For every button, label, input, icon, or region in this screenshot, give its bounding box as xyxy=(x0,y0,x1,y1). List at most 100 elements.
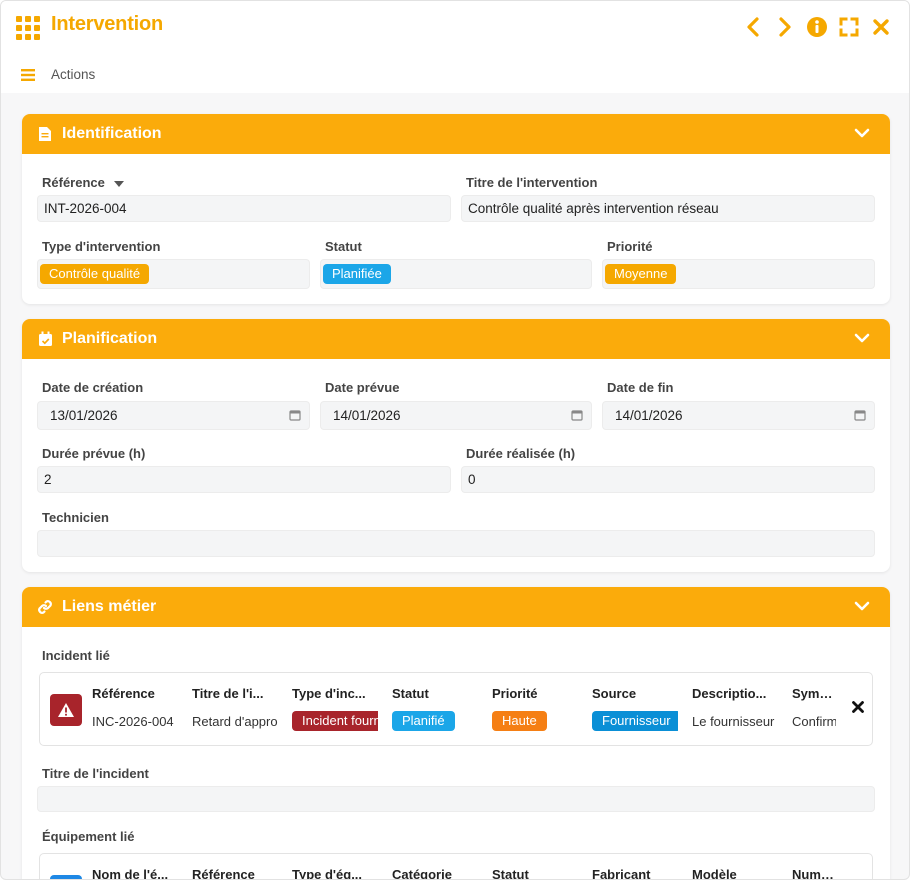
remove-link-icon[interactable] xyxy=(852,701,864,716)
duree-prevue-field[interactable]: 2 xyxy=(37,466,451,493)
equipement-col: Nom de l'é... xyxy=(92,867,178,880)
chevron-down-icon[interactable] xyxy=(854,126,870,144)
calendar-icon[interactable] xyxy=(289,409,301,421)
duree-realisee-value: 0 xyxy=(468,472,476,487)
column-header: Nom de l'é... xyxy=(92,867,169,880)
incident-priorite-badge: Haute xyxy=(492,711,547,731)
date-prevue-value: 14/01/2026 xyxy=(333,408,401,423)
reference-field[interactable]: INT-2026-004 xyxy=(37,195,451,222)
equipement-col: Catégorie xyxy=(392,867,478,879)
incident-col-titre: Titre de l'i... Retard d'appro xyxy=(192,686,278,729)
column-header: Statut xyxy=(492,867,529,880)
date-prevue-field[interactable]: 14/01/2026 xyxy=(320,401,592,430)
caret-down-icon[interactable] xyxy=(113,180,124,187)
incident-card[interactable]: Référence INC-2026-004 Titre de l'i... R… xyxy=(39,672,873,746)
column-header: Descriptio... xyxy=(692,686,767,701)
window-title: Intervention xyxy=(51,13,164,35)
column-header: Source xyxy=(592,686,637,701)
type-badge: Contrôle qualité xyxy=(40,264,150,284)
section-title: Liens métier xyxy=(62,598,157,615)
equipement-col: Référence xyxy=(192,867,278,880)
column-header: Sympto xyxy=(792,686,836,701)
titre-field[interactable]: Contrôle qualité après intervention rése… xyxy=(461,195,875,222)
calendar-icon[interactable] xyxy=(854,409,866,421)
duree-realisee-field[interactable]: 0 xyxy=(461,466,875,493)
calendar-check-icon xyxy=(36,330,54,348)
equipement-col: Type d'éq... xyxy=(292,867,378,879)
incident-reference: INC-2026-004 xyxy=(92,714,174,729)
equipement-card[interactable]: Nom de l'é... Référence Type d'éq... Cat… xyxy=(39,853,873,880)
section-title: Identification xyxy=(62,125,162,142)
titre-label: Titre de l'intervention xyxy=(466,175,598,190)
grid-app-icon xyxy=(16,16,40,40)
duree-prevue-label: Durée prévue (h) xyxy=(42,446,146,461)
column-header: Type d'inc... xyxy=(292,686,366,701)
incident-lie-label: Incident lié xyxy=(42,648,110,663)
technicien-label: Technicien xyxy=(42,510,109,525)
incident-col-type: Type d'inc... Incident fourn xyxy=(292,686,378,734)
link-icon xyxy=(36,598,54,616)
chevron-right-icon[interactable] xyxy=(773,15,797,39)
incident-statut-badge: Planifié xyxy=(392,711,455,731)
incident-col-statut: Statut Planifié xyxy=(392,686,478,734)
statut-label: Statut xyxy=(325,239,362,254)
planification-header[interactable]: Planification xyxy=(22,319,890,359)
reference-label: Référence xyxy=(42,175,124,190)
column-header: Titre de l'i... xyxy=(192,686,264,701)
actions-label[interactable]: Actions xyxy=(51,67,95,82)
column-header: Référence xyxy=(92,686,155,701)
reference-value: INT-2026-004 xyxy=(44,201,127,216)
titre-incident-field xyxy=(37,786,875,812)
type-field[interactable]: Contrôle qualité xyxy=(37,259,310,289)
technicien-field[interactable] xyxy=(37,530,875,557)
incident-col-description: Descriptio... Le fournisseur xyxy=(692,686,778,729)
date-prevue-label: Date prévue xyxy=(325,380,400,395)
equipement-lie-label: Équipement lié xyxy=(42,829,135,844)
title-bar: Intervention Actions xyxy=(1,1,909,93)
duree-realisee-label: Durée réalisée (h) xyxy=(466,446,576,461)
info-icon[interactable] xyxy=(805,15,829,39)
priorite-label: Priorité xyxy=(607,239,653,254)
date-creation-label: Date de création xyxy=(42,380,144,395)
type-label: Type d'intervention xyxy=(42,239,161,254)
actions-menu[interactable]: Actions xyxy=(21,67,95,82)
incident-description: Le fournisseur xyxy=(692,714,775,729)
hamburger-icon[interactable] xyxy=(21,68,35,81)
document-icon xyxy=(36,125,54,143)
identification-section: Identification Référence INT-2026-004 Ti… xyxy=(22,114,890,304)
equipement-col: Statut xyxy=(492,867,578,880)
incident-col-symptome: Sympto Confirm xyxy=(792,686,836,729)
chevron-down-icon[interactable] xyxy=(854,599,870,617)
statut-badge: Planifiée xyxy=(323,264,391,284)
incident-col-reference: Référence INC-2026-004 xyxy=(92,686,178,729)
priorite-field[interactable]: Moyenne xyxy=(602,259,875,289)
equipment-icon xyxy=(50,875,82,879)
close-icon[interactable] xyxy=(869,15,893,39)
chevron-down-icon[interactable] xyxy=(854,331,870,349)
column-header: Fabricant xyxy=(592,867,651,880)
incident-type-badge: Incident fourn xyxy=(292,711,378,731)
equipement-col: Fabricant xyxy=(592,867,678,880)
chevron-left-icon[interactable] xyxy=(741,15,765,39)
date-fin-field[interactable]: 14/01/2026 xyxy=(602,401,875,430)
calendar-icon[interactable] xyxy=(571,409,583,421)
date-fin-label: Date de fin xyxy=(607,380,674,395)
warning-icon xyxy=(50,694,82,726)
incident-titre: Retard d'appro xyxy=(192,714,278,729)
priorite-badge: Moyenne xyxy=(605,264,677,284)
column-header: Numéro xyxy=(792,867,836,880)
section-title: Planification xyxy=(62,330,158,347)
date-creation-field[interactable]: 13/01/2026 xyxy=(37,401,310,430)
statut-field[interactable]: Planifiée xyxy=(320,259,592,289)
liens-header[interactable]: Liens métier xyxy=(22,587,890,627)
date-fin-value: 14/01/2026 xyxy=(615,408,683,423)
identification-header[interactable]: Identification xyxy=(22,114,890,154)
planification-section: Planification Date de création 13/01/202… xyxy=(22,319,890,572)
fullscreen-icon[interactable] xyxy=(837,15,861,39)
column-header: Référence xyxy=(192,867,255,880)
equipement-col: Modèle xyxy=(692,867,778,879)
liens-metier-section: Liens métier Incident lié Référence INC-… xyxy=(22,587,890,880)
titre-incident-label: Titre de l'incident xyxy=(42,766,149,781)
incident-source-badge: Fournisseur xyxy=(592,711,678,731)
duree-prevue-value: 2 xyxy=(44,472,52,487)
